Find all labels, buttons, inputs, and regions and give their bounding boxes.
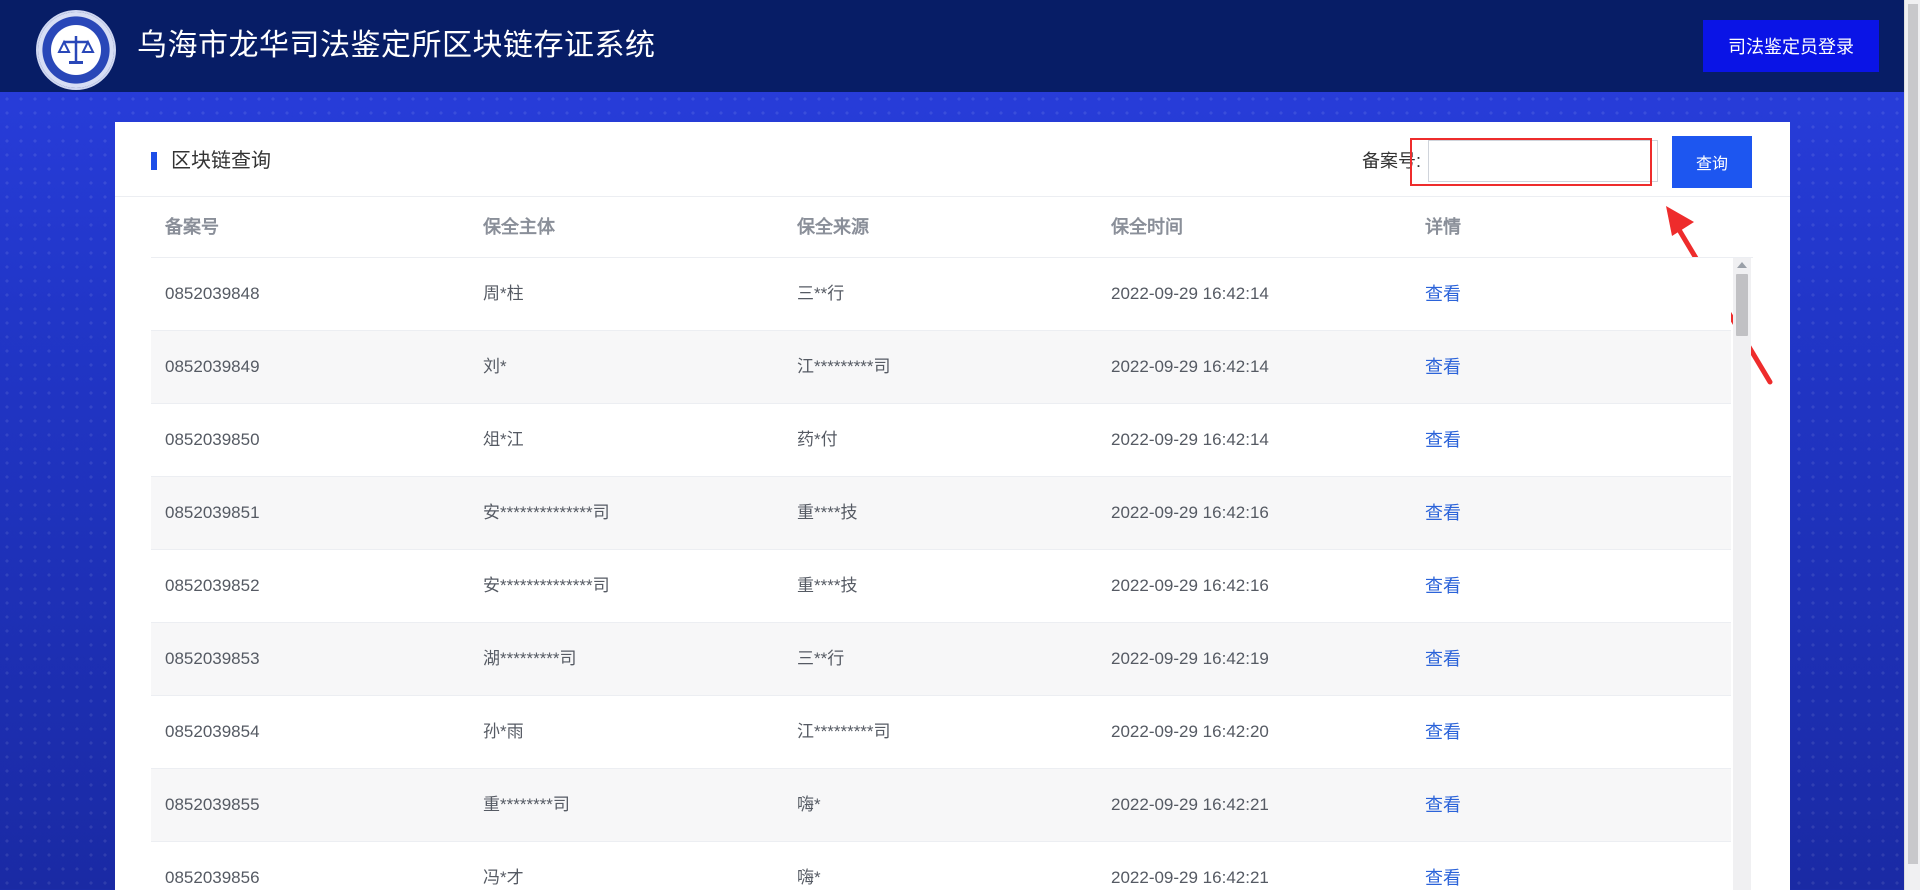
column-header-source: 保全来源 — [797, 217, 869, 237]
table-row: 0852039854 孙*雨 江*********司 2022-09-29 16… — [151, 696, 1731, 769]
source-cell: 重****技 — [797, 576, 858, 595]
record-number-input[interactable] — [1428, 140, 1658, 182]
time-cell: 2022-09-29 16:42:20 — [1111, 722, 1269, 741]
title-accent-bar — [151, 152, 157, 170]
record-number-cell: 0852039848 — [165, 284, 260, 303]
source-cell: 江*********司 — [797, 357, 891, 376]
record-number-label: 备案号: — [1362, 151, 1422, 171]
scroll-up-arrow-icon[interactable] — [1737, 262, 1747, 268]
source-cell: 重****技 — [797, 503, 858, 522]
judicial-emblem-icon — [38, 12, 114, 88]
source-cell: 三**行 — [797, 649, 845, 668]
column-header-subject: 保全主体 — [483, 217, 555, 237]
table-header: 备案号 保全主体 保全来源 保全时间 详情 — [151, 197, 1753, 258]
record-number-cell: 0852039852 — [165, 576, 260, 595]
column-header-time: 保全时间 — [1111, 217, 1183, 237]
subject-cell: 刘* — [483, 357, 507, 376]
source-cell: 三**行 — [797, 284, 845, 303]
column-header-detail: 详情 — [1425, 217, 1461, 237]
record-number-cell: 0852039854 — [165, 722, 260, 741]
subject-cell: 孙*雨 — [483, 722, 524, 741]
time-cell: 2022-09-29 16:42:14 — [1111, 284, 1269, 303]
table-row: 0852039851 安**************司 重****技 2022-… — [151, 477, 1731, 550]
record-number-cell: 0852039849 — [165, 357, 260, 376]
page-scroll-thumb[interactable] — [1908, 4, 1918, 864]
record-number-cell: 0852039856 — [165, 868, 260, 887]
view-detail-link[interactable]: 查看 — [1425, 842, 1461, 890]
record-number-cell: 0852039853 — [165, 649, 260, 668]
table-row: 0852039855 重********司 嗨* 2022-09-29 16:4… — [151, 769, 1731, 842]
time-cell: 2022-09-29 16:42:14 — [1111, 357, 1269, 376]
view-detail-link[interactable]: 查看 — [1425, 331, 1461, 403]
page-scrollbar[interactable] — [1904, 0, 1920, 890]
source-cell: 嗨* — [797, 795, 821, 814]
source-cell: 药*付 — [797, 430, 838, 449]
record-number-cell: 0852039855 — [165, 795, 260, 814]
record-number-cell: 0852039851 — [165, 503, 260, 522]
view-detail-link[interactable]: 查看 — [1425, 623, 1461, 695]
table-row: 0852039849 刘* 江*********司 2022-09-29 16:… — [151, 331, 1731, 404]
subject-cell: 周*柱 — [483, 284, 524, 303]
scales-icon — [57, 36, 95, 64]
top-header: 乌海市龙华司法鉴定所区块链存证系统 司法鉴定员登录 — [0, 0, 1920, 92]
view-detail-link[interactable]: 查看 — [1425, 477, 1461, 549]
view-detail-link[interactable]: 查看 — [1425, 550, 1461, 622]
subject-cell: 安**************司 — [483, 576, 610, 595]
time-cell: 2022-09-29 16:42:16 — [1111, 503, 1269, 522]
app-title: 乌海市龙华司法鉴定所区块链存证系统 — [137, 29, 656, 62]
subject-cell: 冯*才 — [483, 868, 524, 887]
source-cell: 江*********司 — [797, 722, 891, 741]
time-cell: 2022-09-29 16:42:16 — [1111, 576, 1269, 595]
table-body: 0852039848 周*柱 三**行 2022-09-29 16:42:14 … — [151, 258, 1731, 890]
blockchain-query-panel: 区块链查询 备案号: 查询 备案号 保全主体 保全来源 保全时间 详情 0852… — [115, 122, 1790, 890]
table-scrollbar[interactable] — [1733, 258, 1751, 890]
time-cell: 2022-09-29 16:42:19 — [1111, 649, 1269, 668]
time-cell: 2022-09-29 16:42:14 — [1111, 430, 1269, 449]
view-detail-link[interactable]: 查看 — [1425, 258, 1461, 330]
panel-header: 区块链查询 备案号: 查询 — [115, 122, 1790, 385]
column-header-record-number: 备案号 — [165, 217, 219, 237]
time-cell: 2022-09-29 16:42:21 — [1111, 795, 1269, 814]
view-detail-link[interactable]: 查看 — [1425, 769, 1461, 841]
table-row: 0852039848 周*柱 三**行 2022-09-29 16:42:14 … — [151, 258, 1731, 331]
view-detail-link[interactable]: 查看 — [1425, 696, 1461, 768]
subject-cell: 重********司 — [483, 795, 570, 814]
table-row: 0852039850 俎*江 药*付 2022-09-29 16:42:14 查… — [151, 404, 1731, 477]
table-row: 0852039853 湖*********司 三**行 2022-09-29 1… — [151, 623, 1731, 696]
subject-cell: 湖*********司 — [483, 649, 577, 668]
time-cell: 2022-09-29 16:42:21 — [1111, 868, 1269, 887]
table-row: 0852039852 安**************司 重****技 2022-… — [151, 550, 1731, 623]
view-detail-link[interactable]: 查看 — [1425, 404, 1461, 476]
record-number-cell: 0852039850 — [165, 430, 260, 449]
table-row: 0852039856 冯*才 嗨* 2022-09-29 16:42:21 查看 — [151, 842, 1731, 890]
table-scroll-thumb[interactable] — [1736, 274, 1748, 336]
subject-cell: 俎*江 — [483, 430, 524, 449]
source-cell: 嗨* — [797, 868, 821, 887]
query-button[interactable]: 查询 — [1672, 136, 1752, 188]
panel-title: 区块链查询 — [171, 150, 271, 172]
examiner-login-button[interactable]: 司法鉴定员登录 — [1703, 20, 1879, 72]
subject-cell: 安**************司 — [483, 503, 610, 522]
